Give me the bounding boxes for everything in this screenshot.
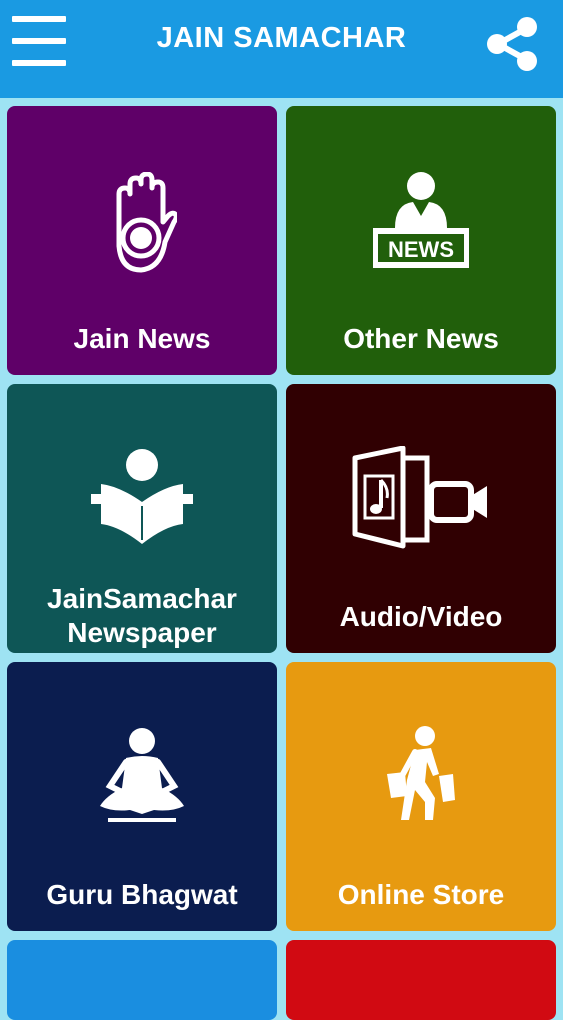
ahimsa-hand-icon	[116, 172, 177, 273]
tile-label: JainSamachar Newspaper	[7, 582, 277, 650]
app-header: JAIN SAMACHAR	[0, 0, 563, 98]
audio-video-icon	[352, 446, 487, 549]
tile-other-news[interactable]: NEWS Other News	[286, 106, 556, 375]
tile-audio-video[interactable]: Audio/Video	[286, 384, 556, 653]
tile-jainsamachar-newspaper[interactable]: JainSamachar Newspaper	[7, 384, 277, 653]
tile-partial-red[interactable]	[286, 940, 556, 1020]
tile-label-line-2: Newspaper	[67, 617, 217, 648]
tile-partial-blue[interactable]	[7, 940, 277, 1020]
tile-label: Guru Bhagwat	[46, 879, 238, 910]
svg-text:NEWS: NEWS	[388, 237, 454, 262]
tile-label: Online Store	[337, 879, 505, 910]
tile-jain-news[interactable]: Jain News	[7, 106, 277, 375]
tile-label: Jain News	[73, 323, 211, 354]
app-title: JAIN SAMACHAR	[156, 22, 407, 54]
tile-label: Audio/Video	[339, 601, 503, 632]
share-icon	[487, 17, 537, 71]
tile-label-line-1: JainSamachar	[47, 583, 237, 614]
meditation-guru-icon	[100, 728, 184, 822]
tile-online-store[interactable]: Online Store	[286, 662, 556, 931]
tile-guru-bhagwat[interactable]: Guru Bhagwat	[7, 662, 277, 931]
share-button[interactable]	[484, 16, 542, 72]
shopping-person-icon	[387, 726, 455, 820]
news-anchor-icon: NEWS	[373, 172, 469, 268]
reading-newspaper-icon	[91, 449, 193, 544]
tile-label: Other News	[343, 323, 499, 354]
